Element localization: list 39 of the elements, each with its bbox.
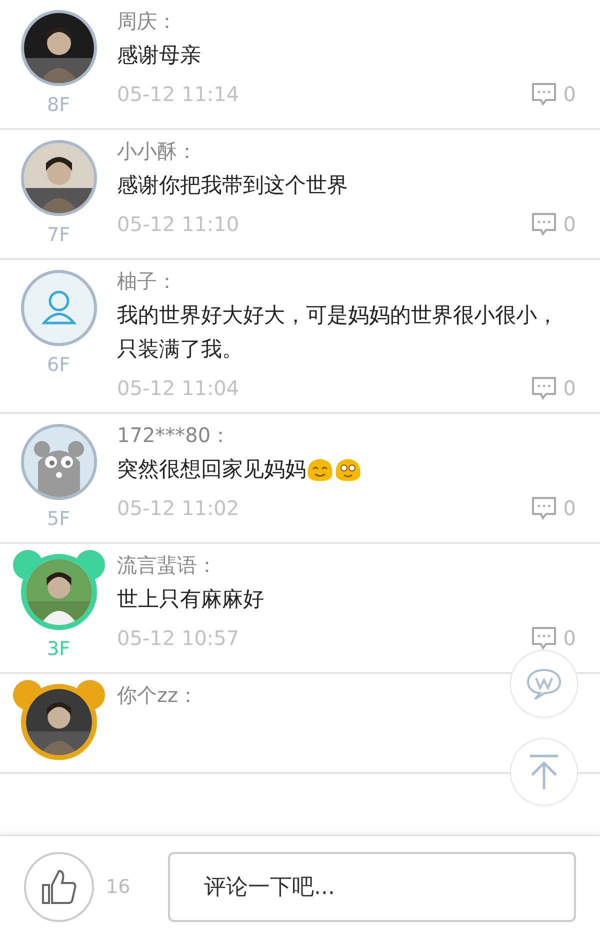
user-name: 你个zz： [117,682,198,709]
user-name: 172***80： [117,422,231,449]
comment-time: 05-12 11:10 [117,212,240,236]
comment-field[interactable]: 评论一下吧... [168,852,576,922]
reply-count: 0 [563,212,576,236]
comment-text: 感谢你把我带到这个世界 [117,172,348,199]
reply-count: 0 [563,376,576,400]
user-name: 柚子： [117,268,177,295]
comment-icon[interactable] [531,376,558,400]
chat-bubble-icon [525,667,563,701]
comment-icon[interactable] [531,82,558,106]
comment-time: 05-12 11:02 [117,496,240,520]
floor-number: 6F [46,354,70,376]
reply-count: 0 [563,496,576,520]
comment-time: 05-12 11:04 [117,376,240,400]
user-name: 流言蜚语： [117,552,217,579]
comment-text: 突然很想回家见妈妈 [117,456,306,483]
emoji-icon [306,456,334,482]
floor-number: 8F [46,94,70,116]
comment-icon[interactable] [531,496,558,520]
comment-time: 05-12 11:14 [117,82,240,106]
user-name: 小小酥： [117,138,197,165]
comment-text: 感谢母亲 [117,42,201,69]
comment-icon[interactable] [531,626,558,650]
comment-icon[interactable] [531,212,558,236]
emoji-icon [334,456,362,482]
bear-icon [24,427,94,497]
floor-number: 3F [46,638,70,660]
comment-text: 世上只有麻麻好 [117,586,264,613]
thumbs-up-icon [39,867,79,907]
reply-count: 0 [563,626,576,650]
floor-number: 7F [46,224,70,246]
comment-text: 我的世界好大好大，可是妈妈的世界很小很小，只装满了我。 [117,302,559,363]
arrow-up-icon [527,753,561,791]
user-name: 周庆： [117,8,177,35]
like-count: 16 [106,876,132,898]
reply-count: 0 [563,82,576,106]
comment-time: 05-12 10:57 [117,626,240,650]
floor-number: 5F [46,508,70,530]
